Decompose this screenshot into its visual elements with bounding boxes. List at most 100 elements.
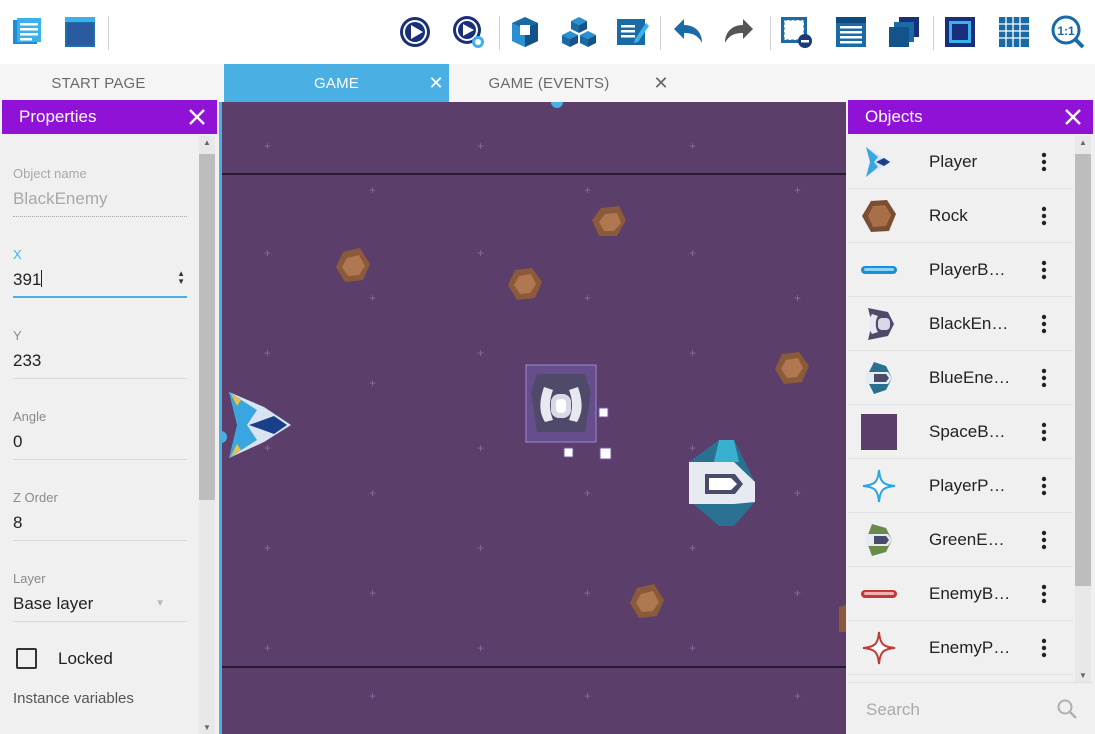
object-label: Player bbox=[929, 151, 978, 171]
object-item-player[interactable]: Player bbox=[848, 135, 1073, 189]
x-input[interactable]: 391 ▲ ▼ bbox=[13, 270, 187, 298]
more-options-icon[interactable] bbox=[1032, 473, 1056, 499]
player-ship-icon bbox=[860, 144, 898, 180]
delete-instance-icon[interactable] bbox=[778, 14, 814, 50]
svg-text:+: + bbox=[584, 486, 591, 500]
scroll-down-icon[interactable]: ▼ bbox=[203, 723, 211, 732]
network-preview-icon[interactable] bbox=[451, 14, 487, 50]
undo-icon[interactable] bbox=[669, 14, 705, 50]
layers-icon[interactable] bbox=[886, 14, 922, 50]
close-icon[interactable]: ✕ bbox=[649, 64, 673, 102]
blue-enemy-instance[interactable] bbox=[689, 440, 755, 526]
angle-input[interactable]: 0 bbox=[13, 432, 187, 460]
object-item-enemyparticle[interactable]: EnemyP… bbox=[848, 621, 1073, 675]
black-enemy-instance[interactable] bbox=[525, 364, 612, 460]
svg-text:+: + bbox=[477, 441, 484, 455]
preview-icon[interactable] bbox=[397, 14, 433, 50]
close-icon[interactable] bbox=[183, 100, 211, 134]
window-mask-icon[interactable] bbox=[942, 14, 978, 50]
layer-select[interactable]: Base layer ▼ bbox=[13, 594, 187, 622]
grid-icon[interactable] bbox=[996, 14, 1032, 50]
tab-start-page[interactable]: START PAGE bbox=[0, 64, 197, 102]
more-options-icon[interactable] bbox=[1032, 311, 1056, 337]
toolbar-separator bbox=[770, 16, 771, 50]
svg-text:+: + bbox=[689, 441, 696, 455]
instances-list-icon[interactable] bbox=[833, 14, 869, 50]
rock-instance[interactable] bbox=[336, 248, 370, 282]
search-icon[interactable] bbox=[1056, 698, 1078, 720]
svg-text:+: + bbox=[369, 183, 376, 197]
player-bullet-icon bbox=[860, 252, 898, 288]
more-options-icon[interactable] bbox=[1032, 365, 1056, 391]
svg-text:+: + bbox=[264, 246, 271, 260]
more-options-icon[interactable] bbox=[1032, 419, 1056, 445]
object-item-playerbullet[interactable]: PlayerB… bbox=[848, 243, 1073, 297]
object-groups-icon[interactable] bbox=[561, 14, 597, 50]
search-input[interactable] bbox=[866, 697, 1046, 723]
blue-enemy-icon bbox=[860, 360, 898, 396]
svg-text:+: + bbox=[794, 689, 801, 703]
svg-text:+: + bbox=[794, 486, 801, 500]
rock-instance[interactable] bbox=[592, 206, 626, 236]
svg-text:+: + bbox=[369, 291, 376, 305]
rock-instance[interactable] bbox=[775, 352, 809, 384]
object-label: GreenE… bbox=[929, 529, 1005, 549]
selection-handle[interactable] bbox=[551, 102, 563, 108]
enemy-bullet-icon bbox=[860, 576, 898, 612]
scroll-up-icon[interactable]: ▲ bbox=[203, 138, 211, 147]
more-options-icon[interactable] bbox=[1032, 257, 1056, 283]
object-label: PlayerB… bbox=[929, 259, 1006, 279]
object-item-blackenemy[interactable]: BlackEn… bbox=[848, 297, 1073, 351]
rock-icon bbox=[860, 198, 898, 234]
panel-title: Properties bbox=[19, 107, 97, 126]
window-icon[interactable] bbox=[62, 14, 98, 50]
object-item-blueenemy[interactable]: BlueEne… bbox=[848, 351, 1073, 405]
object-item-greenenemy[interactable]: GreenE… bbox=[848, 513, 1073, 567]
toolbar-separator bbox=[499, 16, 500, 50]
tab-game-events[interactable]: GAME (EVENTS) bbox=[449, 64, 649, 102]
scene-content: + + + + + + + + + + + + + + + + + + + + + + + + + + + + + +… bbox=[219, 102, 846, 703]
object-item-rock[interactable]: Rock bbox=[848, 189, 1073, 243]
close-icon[interactable]: ✕ bbox=[424, 64, 448, 102]
player-instance[interactable] bbox=[229, 392, 291, 458]
object-item-enemybullet[interactable]: EnemyB… bbox=[848, 567, 1073, 621]
svg-text:+: + bbox=[477, 541, 484, 555]
zorder-field: Z Order 8 bbox=[13, 490, 187, 541]
scroll-thumb[interactable] bbox=[199, 154, 215, 500]
redo-icon[interactable] bbox=[722, 14, 758, 50]
more-options-icon[interactable] bbox=[1032, 527, 1056, 553]
number-stepper-icon[interactable]: ▲ ▼ bbox=[177, 270, 185, 286]
properties-edit-icon[interactable] bbox=[614, 14, 650, 50]
rock-instance[interactable] bbox=[630, 584, 664, 618]
rock-instance[interactable] bbox=[508, 268, 542, 300]
object-item-spacebackground[interactable]: SpaceB… bbox=[848, 405, 1073, 459]
object-editor-icon[interactable] bbox=[507, 14, 543, 50]
more-options-icon[interactable] bbox=[1032, 149, 1056, 175]
more-options-icon[interactable] bbox=[1032, 581, 1056, 607]
object-item-playerparticle[interactable]: PlayerP… bbox=[848, 459, 1073, 513]
tab-game[interactable]: GAME bbox=[224, 64, 449, 102]
more-options-icon[interactable] bbox=[1032, 203, 1056, 229]
y-field: Y 233 bbox=[13, 328, 187, 379]
rock-instance[interactable] bbox=[839, 605, 846, 632]
instance-variables-label: Instance variables bbox=[13, 690, 134, 707]
scene-canvas[interactable]: + + + + + + + + + + + + + + + + + + + + + + + + + + + + + +… bbox=[219, 102, 846, 734]
more-options-icon[interactable] bbox=[1032, 635, 1056, 661]
close-icon[interactable] bbox=[1059, 100, 1087, 134]
objects-scrollbar[interactable]: ▲ ▼ bbox=[1075, 136, 1091, 682]
svg-text:+: + bbox=[477, 346, 484, 360]
zoom-reset-icon[interactable]: 1:1 bbox=[1050, 14, 1086, 50]
scroll-down-icon[interactable]: ▼ bbox=[1079, 671, 1087, 680]
y-input[interactable]: 233 bbox=[13, 351, 187, 379]
text-caret bbox=[41, 270, 43, 287]
scroll-thumb[interactable] bbox=[1075, 154, 1091, 586]
svg-text:+: + bbox=[689, 346, 696, 360]
properties-scrollbar[interactable]: ▲ ▼ bbox=[199, 136, 215, 734]
scroll-up-icon[interactable]: ▲ bbox=[1079, 138, 1087, 147]
x-input-value: 391 bbox=[13, 270, 42, 289]
object-name-field: Object name BlackEnemy bbox=[13, 166, 187, 217]
svg-text:+: + bbox=[584, 291, 591, 305]
locked-checkbox[interactable] bbox=[16, 648, 37, 669]
project-manager-icon[interactable] bbox=[9, 14, 45, 50]
zorder-input[interactable]: 8 bbox=[13, 513, 187, 541]
